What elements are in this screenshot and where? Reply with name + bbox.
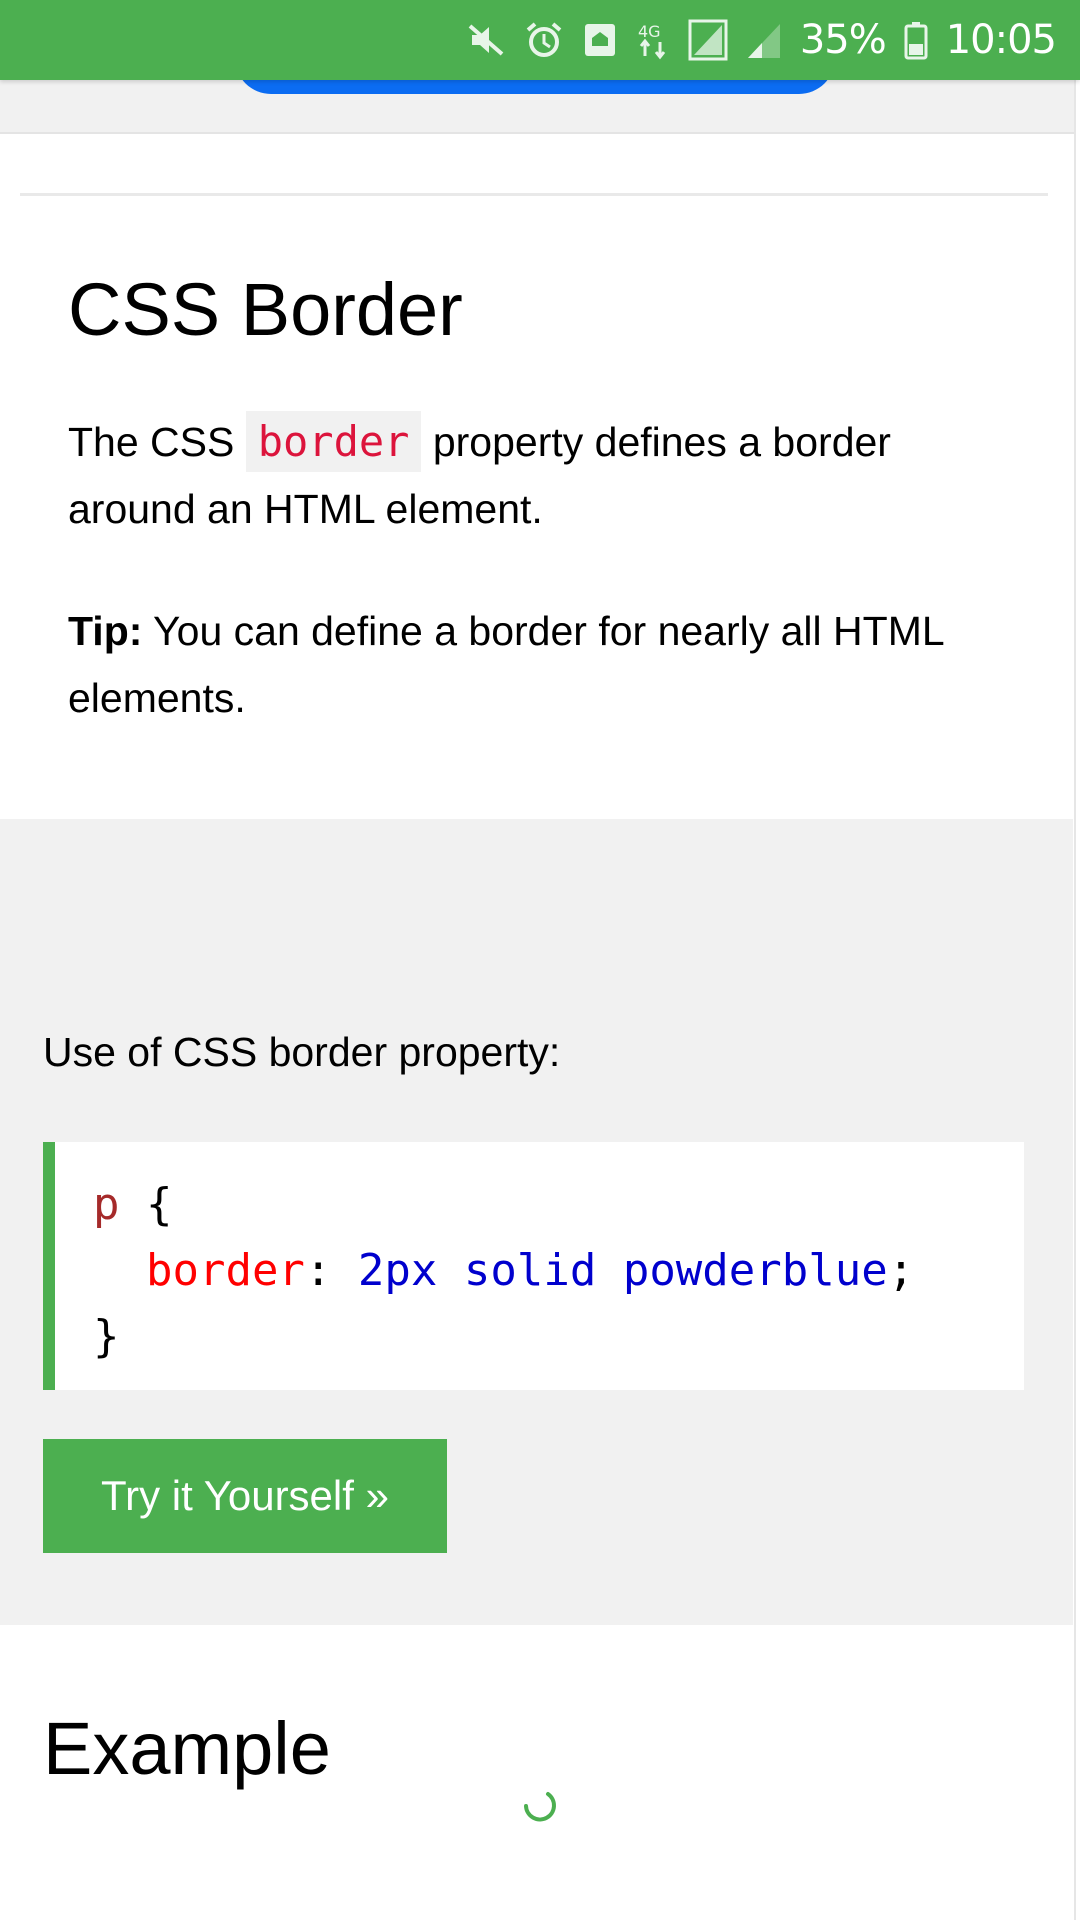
signal-weak-icon [746, 20, 782, 60]
code-semicolon: ; [887, 1245, 915, 1296]
clock: 10:05 [945, 17, 1057, 63]
example-description: Use of CSS border property: [43, 1029, 561, 1075]
status-icons: 4G 35% 10:05 [466, 0, 1057, 80]
code-close-brace: } [93, 1311, 120, 1362]
page: 4G 35% 10:05 CSS Border The CSS border p… [0, 0, 1080, 1920]
code-selector: p [93, 1179, 120, 1230]
code-colon: : [304, 1245, 358, 1296]
inline-code: border [245, 411, 422, 472]
tip-text: You can define a border for nearly all H… [68, 608, 944, 721]
status-bar: 4G 35% 10:05 [0, 0, 1080, 80]
scrollbar-track [1074, 80, 1076, 1920]
loading-spinner-icon [520, 1786, 560, 1826]
battery-icon [904, 20, 928, 60]
code-value: 2px solid powderblue [357, 1245, 888, 1296]
code-block: p { border: 2px solid powderblue; } [43, 1142, 1024, 1390]
svg-text:4G: 4G [638, 22, 661, 41]
try-it-yourself-button[interactable]: Try it Yourself » [43, 1439, 447, 1553]
example-panel: Example Use of CSS border property: p { … [0, 819, 1073, 1790]
battery-percent: 35% [799, 17, 887, 63]
signal-icon [688, 19, 728, 61]
intro-paragraph: The CSS border property defines a border… [68, 408, 1028, 543]
tip-paragraph: Tip: You can define a border for nearly … [68, 598, 1028, 732]
page-title: CSS Border [68, 268, 463, 351]
code-property: border [145, 1245, 305, 1296]
example-title: Example [43, 1707, 331, 1790]
code-open-brace: { [119, 1179, 173, 1230]
intro-text-before: The CSS [68, 419, 246, 465]
mute-icon [466, 20, 506, 60]
alarm-icon [524, 20, 564, 60]
divider [20, 193, 1048, 196]
network-4g-icon: 4G [636, 20, 670, 60]
main-content: CSS Border The CSS border property defin… [68, 260, 1028, 732]
tip-label: Tip: [68, 608, 143, 654]
home-icon [582, 20, 618, 60]
